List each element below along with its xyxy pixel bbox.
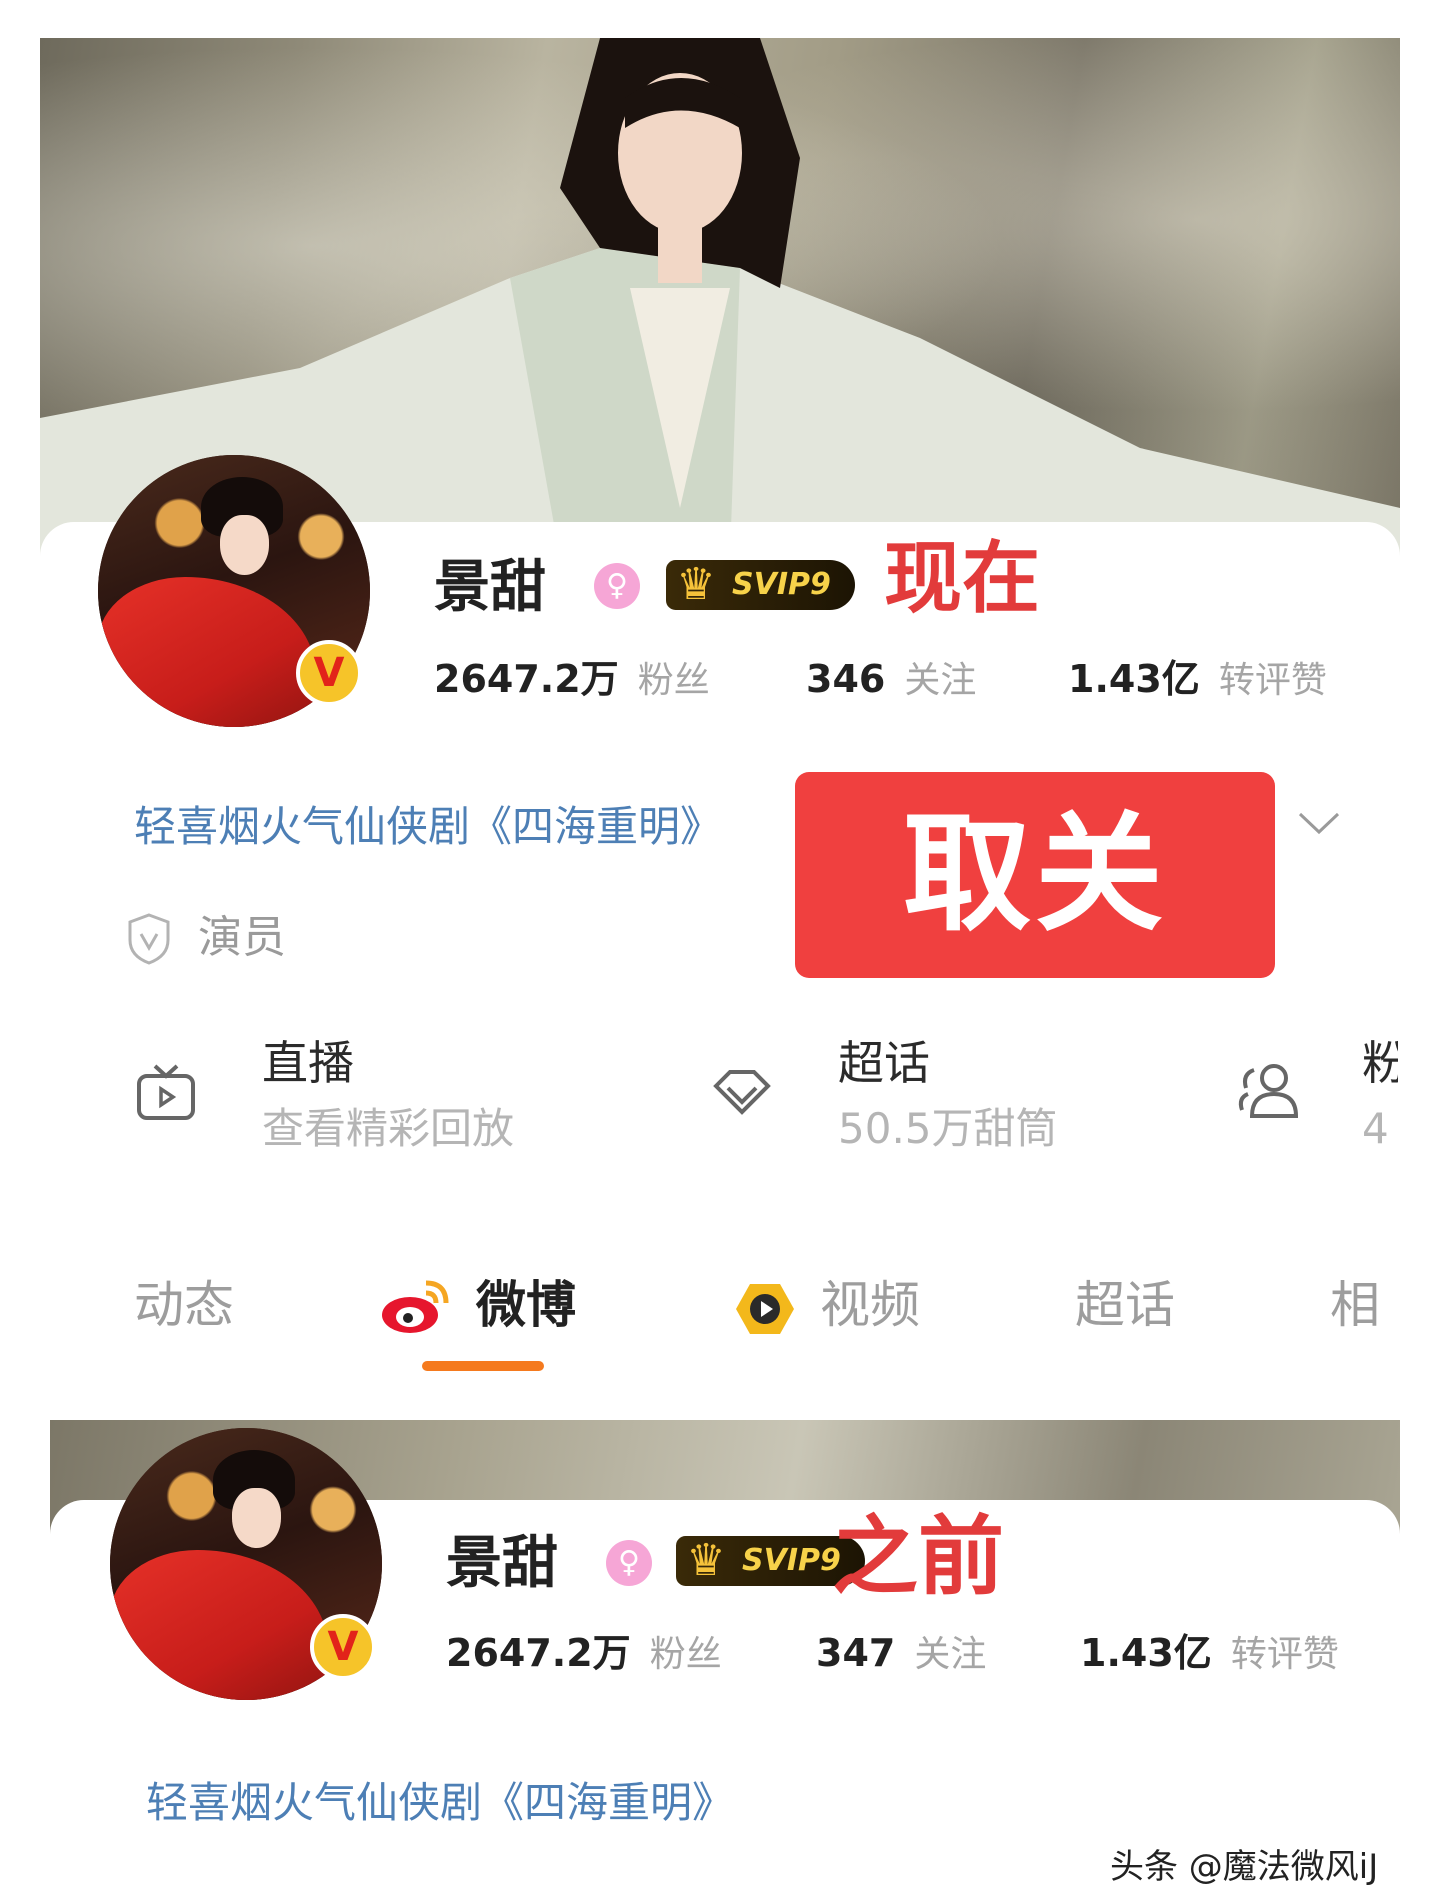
stat-following[interactable]: 346 关注	[806, 660, 976, 699]
unfollow-button[interactable]: 取关	[795, 772, 1275, 978]
feature-live-title[interactable]: 直播	[262, 1040, 354, 1086]
diamond-icon[interactable]	[712, 1066, 772, 1118]
user-name: 景甜	[434, 555, 546, 620]
crown-icon: ♛	[676, 559, 716, 610]
tab-topic[interactable]: 超话	[1075, 1280, 1175, 1330]
video-icon	[736, 1284, 794, 1334]
feature-topic-subtitle: 50.5万甜筒	[838, 1104, 1058, 1153]
feature-topic-title[interactable]: 超话	[838, 1040, 930, 1086]
svip-badge[interactable]: SVIP9 ♛	[666, 560, 855, 610]
tab-weibo[interactable]: 微博	[476, 1280, 576, 1330]
tv-icon[interactable]	[135, 1062, 197, 1122]
label-before: 之前	[832, 1507, 1004, 1607]
user-name-before: 景甜	[446, 1531, 558, 1596]
female-icon: ♀	[594, 563, 640, 609]
shield-icon	[128, 913, 170, 965]
fans-group-icon[interactable]	[1234, 1060, 1300, 1120]
feature-live-subtitle: 查看精彩回放	[262, 1104, 515, 1153]
feature-fans-subtitle: 4	[1362, 1108, 1389, 1150]
crown-icon: ♛	[686, 1535, 726, 1586]
verified-v-icon: V	[296, 640, 362, 706]
active-tab-indicator	[422, 1361, 544, 1371]
verified-v-icon: V	[310, 1614, 376, 1680]
stat-fans-before[interactable]: 2647.2万 粉丝	[446, 1634, 722, 1673]
watermark: 头条 @魔法微风iJ	[1110, 1847, 1379, 1887]
weibo-icon	[382, 1280, 449, 1333]
stat-following-before[interactable]: 347 关注	[816, 1634, 986, 1673]
tab-more[interactable]: 相	[1330, 1280, 1398, 1330]
tab-video[interactable]: 视频	[820, 1280, 920, 1330]
tab-dynamics[interactable]: 动态	[134, 1280, 234, 1330]
bio-link[interactable]: 轻喜烟火气仙侠剧《四海重明》	[134, 806, 722, 848]
stat-fans[interactable]: 2647.2万 粉丝	[434, 660, 710, 699]
bio-link-before[interactable]: 轻喜烟火气仙侠剧《四海重明》	[146, 1782, 734, 1824]
stat-interactions[interactable]: 1.43亿 转评赞	[1068, 660, 1327, 699]
stat-interactions-before[interactable]: 1.43亿 转评赞	[1080, 1634, 1339, 1673]
label-now: 现在	[884, 534, 1041, 624]
feature-fans-title[interactable]: 粉	[1362, 1040, 1398, 1086]
verification-label: 演员	[198, 912, 286, 963]
female-icon: ♀	[606, 1540, 652, 1586]
chevron-down-icon[interactable]	[1296, 808, 1342, 838]
